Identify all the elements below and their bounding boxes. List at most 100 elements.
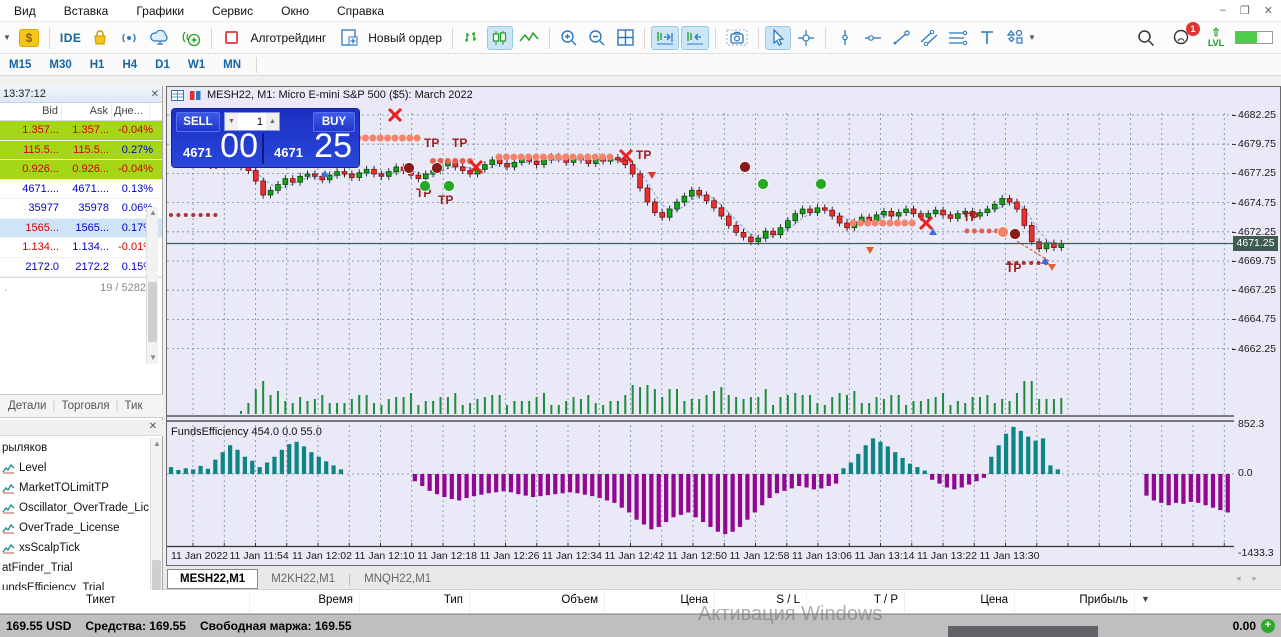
toolbox-column-8[interactable]: Прибыль [1015, 590, 1135, 613]
bars-chart-icon[interactable] [459, 26, 485, 50]
ide-button[interactable]: IDE [56, 26, 86, 50]
zoom-out-icon[interactable] [584, 26, 610, 50]
shapes-tool-icon[interactable]: ▼ [1002, 26, 1040, 50]
chart-tab-M2KH22,M1[interactable]: M2KH22,M1 [258, 569, 348, 589]
toolbox-column-7[interactable]: Цена [905, 590, 1015, 613]
new-order-icon[interactable] [336, 26, 362, 50]
one-click-trading-icon[interactable] [189, 90, 202, 101]
navigator-item[interactable]: atFinder_Trial [0, 558, 150, 578]
market-watch-close-icon[interactable]: ✕ [151, 89, 159, 100]
profit-value: 0.00 [1232, 619, 1256, 633]
menu-Сервис[interactable]: Сервис [198, 1, 267, 21]
timeframe-W1[interactable]: W1 [179, 57, 214, 73]
svg-text:11 Jan 12:26: 11 Jan 12:26 [480, 550, 540, 562]
chart-window: MESH22, M1: Micro E-mini S&P 500 ($5): M… [166, 86, 1281, 566]
navigator-item[interactable]: xsScalpTick [0, 538, 150, 558]
chart-plot[interactable]: FundsEfficiency 454.0 0.0 55.0 TP TP TP TP TP… [167, 105, 1234, 567]
navigator-item[interactable]: рыляков [0, 438, 150, 458]
navigator-item[interactable]: Oscillator_OverTrade_Lic [0, 498, 150, 518]
close-button[interactable]: ✕ [1264, 4, 1273, 17]
tab-scroll-arrows[interactable]: ◂▸ [1236, 573, 1281, 589]
restore-button[interactable]: ❐ [1240, 4, 1250, 17]
market-watch-tab-Детали[interactable]: Детали [8, 400, 46, 412]
navigator-item[interactable]: MarketTOLimitTP [0, 478, 150, 498]
navigator-close-icon[interactable]: ✕ [149, 421, 157, 432]
menu-Вставка[interactable]: Вставка [50, 1, 123, 21]
market-watch-row[interactable]: 115.5... 115.5... 0.27% [0, 140, 162, 160]
camera-icon[interactable] [722, 26, 752, 50]
shift-end-left-icon[interactable] [681, 25, 710, 50]
search-icon[interactable] [1133, 26, 1159, 50]
algo-trading-checkbox[interactable] [218, 26, 244, 50]
candles-chart-icon[interactable] [487, 25, 514, 50]
dollar-icon[interactable]: $ [15, 26, 43, 50]
toolbar-overflow-dropdown[interactable]: ▼ [0, 33, 14, 42]
column-ask[interactable]: Ask [62, 103, 112, 120]
menu-Вид[interactable]: Вид [0, 1, 50, 21]
line-chart-icon[interactable] [515, 26, 543, 50]
price-axis[interactable]: 4682.25 4679.75 4677.25 4674.75 4672.25 4669.… [1232, 105, 1280, 565]
market-watch-row[interactable]: 0.926... 0.926... -0.04% [0, 160, 162, 180]
broadcast-add-icon[interactable] [177, 26, 205, 50]
volume-increase-icon[interactable]: ▲ [266, 113, 279, 130]
trendline-tool-icon[interactable] [888, 26, 914, 50]
market-watch-row[interactable]: 1.357... 1.357... -0.04% [0, 121, 162, 141]
market-watch-row[interactable]: 2172.0 2172.2 0.15% [0, 257, 162, 277]
market-bag-icon[interactable] [87, 26, 113, 50]
market-watch-row[interactable]: 35977 35978 0.06% [0, 199, 162, 219]
chg-value: 0.27% [121, 143, 153, 156]
bid-value: 1.357... [22, 124, 59, 136]
signal-icon[interactable] [115, 26, 143, 50]
svg-text:11 Jan 13:22: 11 Jan 13:22 [917, 550, 977, 562]
channel-tool-icon[interactable] [916, 26, 942, 50]
market-watch-row[interactable]: 1.134... 1.134... -0.01% [0, 238, 162, 258]
timeframe-H4[interactable]: H4 [113, 57, 146, 73]
crosshair-icon[interactable] [793, 26, 819, 50]
navigator-item[interactable]: Level [0, 458, 150, 478]
toolbox-column-2[interactable]: Тип [360, 590, 470, 613]
market-watch-scrollbar[interactable]: ▲ ▼ [146, 207, 158, 364]
market-watch-tab-Тик[interactable]: Тик [125, 400, 143, 412]
toolbox-header: Тикет Время Тип Объем Цена S / LT / P Цена Приб… [0, 590, 1281, 614]
navigator-item[interactable]: OverTrade_License [0, 518, 150, 538]
zoom-in-icon[interactable] [556, 26, 582, 50]
ask-value: 1.134... [72, 241, 109, 253]
toolbox-column-0[interactable]: Тикет [0, 590, 250, 613]
market-watch-tab-Торговля[interactable]: Торговля [61, 400, 109, 412]
timeframe-D1[interactable]: D1 [146, 57, 179, 73]
chart-tab-MNQH22,M1[interactable]: MNQH22,M1 [351, 569, 444, 589]
toolbox-column-3[interactable]: Объем [470, 590, 605, 613]
text-tool-icon[interactable] [974, 26, 1000, 50]
menu-Справка[interactable]: Справка [323, 1, 398, 21]
profit-column-dropdown-icon[interactable]: ▼ [1135, 590, 1160, 613]
market-watch-row[interactable]: 1565... 1565... 0.17% [0, 218, 162, 238]
add-icon[interactable]: + [1261, 619, 1275, 633]
cloud-icon[interactable] [145, 26, 175, 50]
horizontal-line-tool-icon[interactable] [860, 26, 886, 50]
tile-windows-icon[interactable] [612, 26, 638, 50]
shift-end-right-icon[interactable] [651, 25, 680, 50]
fibo-lines-tool-icon[interactable] [944, 26, 972, 50]
depth-of-market-icon[interactable] [171, 89, 184, 101]
column-bid[interactable]: Bid [0, 103, 62, 120]
column-daily-change[interactable]: Дне... [112, 103, 150, 120]
toolbox-column-1[interactable]: Время [250, 590, 360, 613]
timeframe-M15[interactable]: M15 [0, 57, 40, 73]
menu-Окно[interactable]: Окно [267, 1, 323, 21]
buy-price[interactable]: 4671 25 [266, 127, 356, 165]
market-watch-rows: 1.357... 1.357... -0.04% 115.5... 115.5... 0.… [0, 121, 162, 277]
cursor-icon[interactable] [765, 25, 792, 50]
market-watch-row[interactable]: 4671.... 4671.... 0.13% [0, 179, 162, 199]
lvl-icon[interactable]: ⇧ LVL [1203, 26, 1229, 50]
chart-tab-MESH22,M1[interactable]: MESH22,M1 [167, 569, 259, 589]
vertical-line-tool-icon[interactable] [832, 26, 858, 50]
timeframe-MN[interactable]: MN [214, 57, 250, 73]
sell-price[interactable]: 4671 00 [175, 127, 264, 165]
timeframe-M30[interactable]: M30 [40, 57, 80, 73]
menu-Графики[interactable]: Графики [122, 1, 198, 21]
minimize-button[interactable]: – [1220, 4, 1226, 17]
sell-button[interactable]: SELL [176, 112, 220, 132]
svg-text:11 Jan 13:30: 11 Jan 13:30 [980, 550, 1040, 562]
notifications-bell-icon[interactable]: 1 [1168, 21, 1200, 50]
timeframe-H1[interactable]: H1 [81, 57, 114, 73]
